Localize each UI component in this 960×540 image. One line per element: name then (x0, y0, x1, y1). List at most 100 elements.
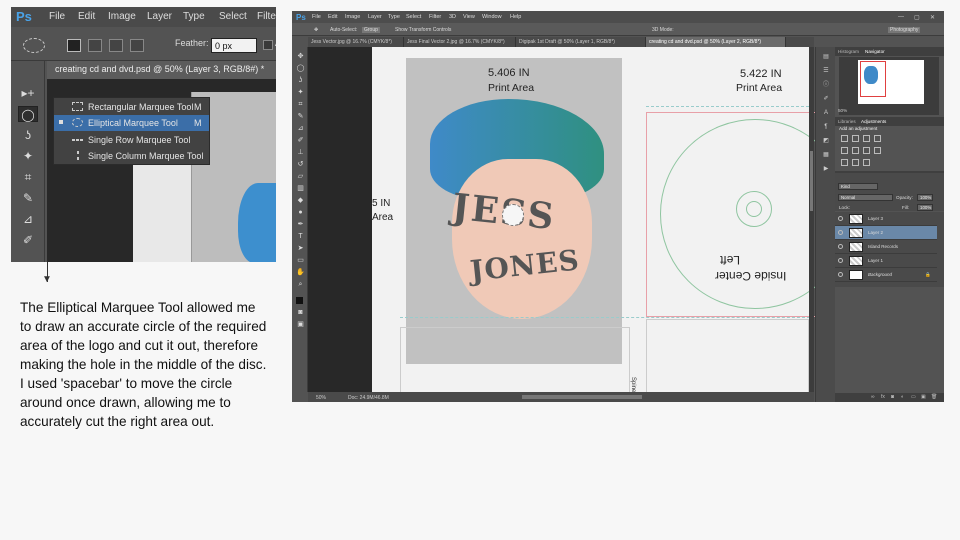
rectangular-marquee-tool-item[interactable]: Rectangular Marquee Tool M (54, 99, 209, 115)
auto-select-dropdown[interactable]: Group (362, 27, 380, 33)
pen-tool-icon[interactable]: ✒ (296, 221, 305, 229)
minimize-icon[interactable]: — (898, 14, 904, 20)
eyedropper-tool-icon[interactable]: ✎ (18, 190, 38, 206)
menu-select[interactable]: Select (406, 14, 421, 20)
menu-view[interactable]: View (463, 14, 475, 20)
actions-panel-icon[interactable]: ▶ (821, 165, 831, 173)
menu-edit[interactable]: Edit (328, 14, 337, 20)
vertical-scroll-thumb[interactable] (810, 151, 813, 211)
tab-adjustments[interactable]: Adjustments (861, 119, 886, 124)
eraser-tool-icon[interactable]: ▱ (296, 173, 305, 181)
exposure-icon[interactable] (874, 135, 881, 142)
tab-libraries[interactable]: Libraries (838, 119, 856, 124)
curves-icon[interactable] (863, 135, 870, 142)
healing-tool-icon[interactable]: ⊿ (296, 125, 305, 133)
move-tool-preset-icon[interactable]: ✥ (314, 27, 318, 33)
adjustment-layer-icon[interactable]: ◐ (901, 394, 904, 400)
new-selection-button[interactable] (67, 39, 81, 52)
menu-type[interactable]: Type (183, 11, 205, 22)
posterize-icon[interactable] (852, 159, 859, 166)
menu-file[interactable]: File (49, 11, 65, 22)
elliptical-marquee-tool-item[interactable]: Elliptical Marquee Tool M (54, 115, 209, 131)
navigator-zoom[interactable]: 50% (838, 108, 847, 113)
visibility-eye-icon[interactable] (838, 258, 843, 263)
swatches-panel-icon[interactable]: ▦ (821, 151, 831, 159)
move-tool-icon[interactable]: ▸+ (18, 85, 38, 101)
show-transform-controls-checkbox[interactable]: Show Transform Controls (395, 27, 451, 33)
hand-tool-icon[interactable]: ✋ (296, 269, 305, 277)
add-selection-button[interactable] (88, 39, 102, 52)
delete-layer-icon[interactable]: 🗑 (931, 394, 937, 400)
workspace-switcher[interactable]: Photography (888, 27, 921, 33)
quick-mask-icon[interactable]: ◙ (296, 309, 305, 317)
menu-window[interactable]: Window (482, 14, 502, 20)
single-row-marquee-tool-item[interactable]: Single Row Marquee Tool (54, 132, 209, 148)
blur-tool-icon[interactable]: ◆ (296, 197, 305, 205)
subtract-selection-button[interactable] (109, 39, 123, 52)
menu-edit[interactable]: Edit (78, 11, 95, 22)
visibility-eye-icon[interactable] (838, 216, 843, 221)
vertical-scrollbar[interactable] (809, 47, 814, 392)
close-icon[interactable]: ✕ (930, 14, 935, 21)
layer-style-icon[interactable]: fx (881, 394, 885, 400)
menu-filter[interactable]: Filte (257, 11, 276, 22)
menu-help[interactable]: Help (510, 14, 521, 20)
history-panel-icon[interactable]: ▤ (821, 53, 831, 61)
layer-row[interactable]: Layer 2 (835, 226, 937, 240)
gradient-tool-icon[interactable]: ▥ (296, 185, 305, 193)
elliptical-marquee-tool-icon[interactable]: ◯ (18, 106, 38, 122)
blend-mode-dropdown[interactable]: Normal (838, 194, 893, 201)
menu-layer[interactable]: Layer (368, 14, 382, 20)
path-select-tool-icon[interactable]: ➤ (296, 245, 305, 253)
fill-input[interactable]: 100% (917, 204, 933, 211)
properties-panel-icon[interactable]: ☰ (821, 67, 831, 75)
layer-row[interactable]: Island Records (835, 240, 937, 254)
black-white-icon[interactable] (874, 147, 881, 154)
stamp-tool-icon[interactable]: ⊥ (296, 149, 305, 157)
invert-icon[interactable] (841, 159, 848, 166)
tab-histogram[interactable]: Histogram (838, 49, 859, 54)
foreground-color-swatch[interactable] (296, 297, 303, 304)
hue-saturation-icon[interactable] (852, 147, 859, 154)
crop-tool-icon[interactable]: ⌗ (18, 169, 38, 185)
crop-tool-icon[interactable]: ⌗ (296, 101, 305, 109)
crop-document-tab[interactable]: creating cd and dvd.psd @ 50% (Layer 3, … (47, 61, 276, 79)
threshold-icon[interactable] (863, 159, 870, 166)
menu-filter[interactable]: Filter (429, 14, 441, 20)
new-layer-icon[interactable]: ▣ (921, 394, 926, 400)
menu-image[interactable]: Image (108, 11, 136, 22)
menu-3d[interactable]: 3D (449, 14, 456, 20)
tab-jess-vector[interactable]: Jess Vector.jpg @ 16.7% (CMYK/8*) (308, 37, 404, 47)
vibrance-icon[interactable] (841, 147, 848, 154)
healing-brush-tool-icon[interactable]: ⊿ (18, 211, 38, 227)
shape-tool-icon[interactable]: ▭ (296, 257, 305, 265)
menu-type[interactable]: Type (388, 14, 400, 20)
tab-creating-cd-dvd[interactable]: creating cd and dvd.psd @ 50% (Layer 2, … (646, 37, 786, 47)
brightness-contrast-icon[interactable] (841, 135, 848, 142)
screen-mode-icon[interactable]: ▣ (296, 321, 305, 329)
brush-panel-icon[interactable]: ✐ (821, 95, 831, 103)
tab-jess-final-vector[interactable]: Jess Final Vector 2.jpg @ 16.7% (CMYK/8*… (404, 37, 516, 47)
feather-input[interactable]: 0 px (211, 38, 257, 53)
single-column-marquee-tool-item[interactable]: Single Column Marquee Tool (54, 148, 209, 164)
styles-panel-icon[interactable]: ◩ (821, 137, 831, 145)
visibility-eye-icon[interactable] (838, 244, 843, 249)
eyedropper-tool-icon[interactable]: ✎ (296, 113, 305, 121)
maximize-icon[interactable]: ▢ (914, 14, 920, 21)
history-brush-icon[interactable]: ↺ (296, 161, 305, 169)
layer-mask-icon[interactable]: ◙ (891, 394, 894, 400)
brush-tool-icon[interactable]: ✐ (18, 232, 38, 248)
menu-select[interactable]: Select (219, 11, 247, 22)
zoom-level[interactable]: 50% (316, 395, 326, 401)
elliptical-selection-marquee[interactable] (502, 204, 524, 226)
visibility-eye-icon[interactable] (838, 230, 843, 235)
opacity-input[interactable]: 100% (917, 194, 933, 201)
move-tool-icon[interactable]: ✥ (296, 53, 305, 61)
info-panel-icon[interactable]: ⓘ (821, 81, 831, 89)
zoom-tool-icon[interactable]: ⌕ (296, 281, 305, 289)
dodge-tool-icon[interactable]: ● (296, 209, 305, 217)
lasso-tool-icon[interactable]: ʖ (18, 127, 38, 143)
visibility-eye-icon[interactable] (838, 272, 843, 277)
magic-wand-tool-icon[interactable]: ✦ (18, 148, 38, 164)
horizontal-scroll-thumb[interactable] (522, 395, 642, 399)
